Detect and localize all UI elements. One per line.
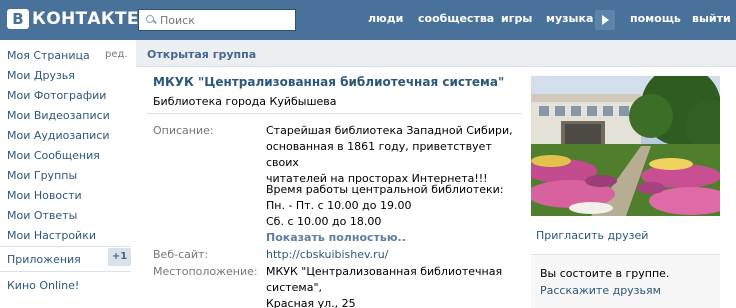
search-box [138,9,296,31]
location-label: Местоположение: [153,265,258,278]
sidebar-item-videos[interactable]: Мои Видеозаписи [7,109,110,122]
membership-status: Вы состоите в группе. [540,267,670,280]
hours-line: Сб. с 10.00 до 18.00 [266,215,382,228]
section-title: Открытая группа [147,48,257,61]
group-status: Библиотека города Куйбышева [153,95,337,108]
invite-friends-link[interactable]: Пригласить друзей [536,229,648,242]
sidebar-edit-link[interactable]: ред. [105,49,128,60]
sidebar-item-kino[interactable]: Кино Online! [7,279,79,292]
sidebar-item-settings[interactable]: Мои Настройки [7,229,96,242]
search-icon [146,15,156,25]
hours-text: Время работы центральной библиотеки: Пн.… [266,182,526,230]
music-play-icon[interactable] [595,10,615,30]
sidebar-divider [0,271,131,272]
section-header: Открытая группа [136,40,736,67]
hours-line: Пн. - Пт. с 10.00 до 19.00 [266,199,412,212]
nav-people[interactable]: люди [368,12,403,25]
website-label: Веб-сайт: [153,248,209,261]
group-name: МКУК "Централизованная библиотечная сист… [153,75,505,89]
sidebar-item-apps[interactable]: Приложения [7,253,81,266]
nav-music[interactable]: музыка [546,12,593,25]
vk-logo[interactable]: В КОНТАКТЕ [7,8,139,30]
sidebar-item-news[interactable]: Мои Новости [7,189,82,202]
apps-count-badge[interactable]: +1 [108,248,131,266]
sidebar-divider [0,246,131,247]
tell-friends-link[interactable]: Расскажите друзьям [540,284,661,297]
description-label: Описание: [153,124,214,137]
group-photo[interactable] [531,76,720,216]
library-photo-image [531,76,720,216]
vk-logo-icon: В [7,9,29,29]
location-text: МКУК "Централизованная библиотечная сист… [266,264,536,308]
description-line: Старейшая библиотека Западной Сибири, [266,124,513,137]
description-line: основанная в 1861 году, приветствует сво… [266,140,492,169]
search-input[interactable] [160,13,290,27]
description-text: Старейшая библиотека Западной Сибири, ос… [266,123,526,187]
nav-help[interactable]: помощь [630,12,681,25]
title-divider [147,113,522,114]
sidebar-item-messages[interactable]: Мои Сообщения [7,149,100,162]
sidebar-item-groups[interactable]: Мои Группы [7,169,77,182]
nav-communities[interactable]: сообщества [418,12,494,25]
sidebar-item-answers[interactable]: Мои Ответы [7,209,77,222]
nav-logout[interactable]: выйти [692,12,731,25]
sidebar-item-my-page[interactable]: Моя Страница [7,49,90,62]
sidebar-item-photos[interactable]: Мои Фотографии [7,89,106,102]
sidebar-item-audio[interactable]: Мои Аудиозаписи [7,129,110,142]
location-line: МКУК "Централизованная библиотечная сист… [266,265,503,294]
show-more-link[interactable]: Показать полностью.. [266,231,406,244]
vk-logo-text: КОНТАКТЕ [32,9,139,29]
membership-box: Вы состоите в группе. Расскажите друзьям [531,254,720,308]
sidebar-item-friends[interactable]: Мои Друзья [7,69,75,82]
location-line: Красная ул., 25 [266,297,356,308]
top-header: В КОНТАКТЕ люди сообщества игры музыка п… [0,0,736,40]
nav-games[interactable]: игры [501,12,532,25]
website-link[interactable]: http://cbskuibishev.ru/ [266,248,388,261]
hours-line: Время работы центральной библиотеки: [266,183,504,196]
